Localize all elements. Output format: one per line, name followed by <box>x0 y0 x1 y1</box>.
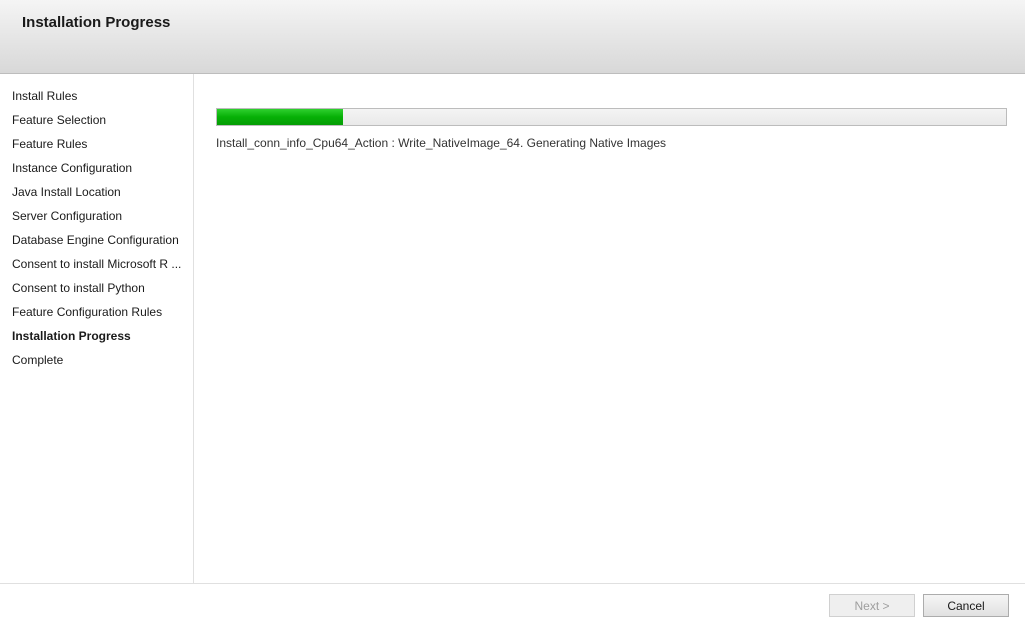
sidebar-item-java-install-location[interactable]: Java Install Location <box>12 180 185 204</box>
sidebar-item-feature-rules[interactable]: Feature Rules <box>12 132 185 156</box>
sidebar-item-consent-microsoft-r[interactable]: Consent to install Microsoft R ... <box>12 252 185 276</box>
cancel-button[interactable]: Cancel <box>923 594 1009 617</box>
wizard-header: Installation Progress <box>0 0 1025 74</box>
next-button[interactable]: Next > <box>829 594 915 617</box>
wizard-steps-sidebar: Install Rules Feature Selection Feature … <box>0 74 194 583</box>
wizard-footer: Next > Cancel <box>0 584 1025 627</box>
sidebar-item-feature-configuration-rules[interactable]: Feature Configuration Rules <box>12 300 185 324</box>
sidebar-item-feature-selection[interactable]: Feature Selection <box>12 108 185 132</box>
sidebar-item-install-rules[interactable]: Install Rules <box>12 84 185 108</box>
progress-bar <box>216 108 1007 126</box>
progress-status-text: Install_conn_info_Cpu64_Action : Write_N… <box>216 136 1007 150</box>
progress-bar-fill <box>217 109 343 125</box>
page-title: Installation Progress <box>22 14 1025 31</box>
sidebar-item-complete[interactable]: Complete <box>12 348 185 372</box>
wizard-body: Install Rules Feature Selection Feature … <box>0 74 1025 584</box>
sidebar-item-installation-progress[interactable]: Installation Progress <box>12 324 185 348</box>
sidebar-item-instance-configuration[interactable]: Instance Configuration <box>12 156 185 180</box>
sidebar-item-consent-python[interactable]: Consent to install Python <box>12 276 185 300</box>
sidebar-item-database-engine-configuration[interactable]: Database Engine Configuration <box>12 228 185 252</box>
sidebar-item-server-configuration[interactable]: Server Configuration <box>12 204 185 228</box>
wizard-content: Install_conn_info_Cpu64_Action : Write_N… <box>194 74 1025 583</box>
